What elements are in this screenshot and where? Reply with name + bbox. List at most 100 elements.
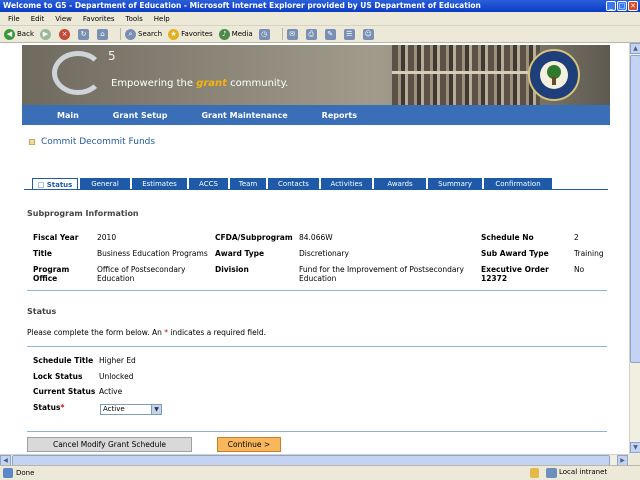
- maximize-button[interactable]: □: [617, 1, 627, 11]
- section-divider: [27, 290, 607, 291]
- vertical-scroll-thumb[interactable]: [630, 55, 640, 363]
- menu-tools[interactable]: Tools: [126, 15, 143, 23]
- program-office-value: Office of Postsecondary Education: [97, 265, 186, 283]
- program-office-label: Program Office: [33, 265, 70, 283]
- section-divider: [27, 346, 607, 347]
- sub-award-type-label: Sub Award Type: [481, 249, 549, 258]
- print-button[interactable]: ⎙: [305, 28, 319, 40]
- g5-logo-number: 5: [108, 49, 116, 63]
- page-done-icon: [3, 468, 13, 478]
- refresh-button[interactable]: ↻: [78, 28, 91, 40]
- main-nav: Main Grant Setup Grant Maintenance Repor…: [22, 105, 610, 125]
- intranet-icon: [546, 468, 557, 478]
- chevron-down-icon[interactable]: ▼: [151, 405, 161, 414]
- schedule-title-value: Higher Ed: [99, 356, 136, 365]
- schedule-title-label: Schedule Title: [33, 356, 94, 365]
- scroll-up-button[interactable]: ▲: [630, 43, 640, 54]
- edit-icon: ✎: [324, 28, 336, 40]
- nav-grant-maintenance[interactable]: Grant Maintenance: [201, 111, 287, 120]
- g5-logo-icon: [52, 51, 104, 95]
- page-title: Commit Decommit Funds: [41, 137, 156, 147]
- history-button[interactable]: ◷: [258, 28, 272, 40]
- schedule-no-value: 2: [574, 233, 579, 242]
- status-selected-value: Active: [103, 405, 125, 413]
- department-seal-icon: [528, 49, 580, 101]
- status-label: Status*: [33, 403, 64, 412]
- g5-page: 5 Empowering the grant community. Main G…: [22, 43, 610, 454]
- lock-status-value: Unlocked: [99, 372, 134, 381]
- banner-tagline: Empowering the grant community.: [111, 78, 288, 89]
- fiscal-year-label: Fiscal Year: [33, 233, 79, 242]
- continue-button[interactable]: Continue >: [217, 437, 281, 452]
- award-type-label: Award Type: [215, 249, 265, 258]
- menu-bar: File Edit View Favorites Tools Help: [0, 12, 640, 26]
- status-select[interactable]: Active ▼: [100, 404, 162, 415]
- discuss-icon: ☰: [343, 28, 355, 40]
- sub-award-type-value: Training: [574, 249, 604, 258]
- browser-toolbar: ◀ Back ▶ × ↻ ⌂ ⌕ Search ★ Favorites ♪ Media …: [0, 26, 640, 43]
- form-instructions: Please complete the form below. An * ind…: [27, 328, 266, 337]
- tab-label: Status: [46, 181, 73, 189]
- title-value: Business Education Programs: [97, 249, 208, 258]
- current-status-label: Current Status: [33, 387, 96, 396]
- cfda-value: 84.066W: [299, 233, 333, 242]
- instructions-text: indicates a required field.: [167, 328, 266, 337]
- back-button[interactable]: ◀ Back: [4, 28, 34, 40]
- menu-favorites[interactable]: Favorites: [83, 15, 115, 23]
- fiscal-year-value: 2010: [97, 233, 117, 242]
- forward-arrow-icon: ▶: [40, 28, 51, 40]
- window-title: Welcome to G5 - Department of Education …: [3, 1, 481, 10]
- stop-button[interactable]: ×: [59, 28, 72, 40]
- media-button[interactable]: ♪ Media: [218, 28, 253, 40]
- menu-view[interactable]: View: [55, 15, 72, 23]
- tagline-part: community.: [226, 78, 289, 89]
- edit-button[interactable]: ✎: [324, 28, 338, 40]
- current-status-value: Active: [99, 387, 123, 396]
- library-photo: [392, 45, 540, 105]
- scroll-down-button[interactable]: ▼: [630, 442, 640, 453]
- menu-edit[interactable]: Edit: [31, 15, 45, 23]
- refresh-icon: ↻: [78, 28, 89, 40]
- discuss-button[interactable]: ☰: [343, 28, 357, 40]
- stop-icon: ×: [59, 28, 70, 40]
- search-icon: ⌕: [125, 28, 136, 40]
- status-heading: Status: [27, 307, 57, 316]
- favorites-label: Favorites: [181, 30, 213, 38]
- cancel-modify-button[interactable]: Cancel Modify Grant Schedule: [27, 437, 192, 452]
- close-button[interactable]: ✕: [628, 1, 638, 11]
- status-label-text: Status: [33, 403, 61, 412]
- messenger-button[interactable]: ☺: [362, 28, 376, 40]
- minimize-button[interactable]: _: [606, 1, 616, 11]
- mail-icon: ✉: [286, 28, 298, 40]
- division-value: Fund for the Improvement of Postsecondar…: [299, 265, 464, 283]
- tagline-part: Empowering the: [111, 78, 197, 89]
- nav-grant-setup[interactable]: Grant Setup: [113, 111, 168, 120]
- vertical-scrollbar[interactable]: ▲ ▼: [629, 43, 640, 454]
- search-label: Search: [138, 30, 163, 38]
- horizontal-scrollbar[interactable]: ◀ ▶: [0, 454, 629, 466]
- nav-main[interactable]: Main: [57, 111, 79, 120]
- mail-button[interactable]: ✉: [286, 28, 300, 40]
- instructions-text: Please complete the form below. An: [27, 328, 165, 337]
- toolbar-separator: [281, 28, 283, 40]
- home-icon: ⌂: [97, 28, 108, 40]
- home-button[interactable]: ⌂: [97, 28, 110, 40]
- division-label: Division: [215, 265, 249, 274]
- page-viewport: 5 Empowering the grant community. Main G…: [0, 43, 629, 454]
- schedule-no-label: Schedule No: [481, 233, 534, 242]
- tab-underline: [24, 189, 608, 190]
- history-icon: ◷: [258, 28, 270, 40]
- favorites-button[interactable]: ★ Favorites: [168, 28, 213, 40]
- status-bar: Done Local intranet: [0, 465, 640, 480]
- back-label: Back: [17, 30, 34, 38]
- forward-button[interactable]: ▶: [40, 28, 53, 40]
- nav-reports[interactable]: Reports: [322, 111, 357, 120]
- title-label: Title: [33, 249, 52, 258]
- search-button[interactable]: ⌕ Search: [125, 28, 163, 40]
- lock-status-label: Lock Status: [33, 372, 83, 381]
- lock-icon: [530, 468, 539, 478]
- menu-file[interactable]: File: [8, 15, 20, 23]
- menu-help[interactable]: Help: [154, 15, 170, 23]
- zone-text: Local intranet: [559, 468, 608, 476]
- title-bullet-icon: [29, 139, 35, 145]
